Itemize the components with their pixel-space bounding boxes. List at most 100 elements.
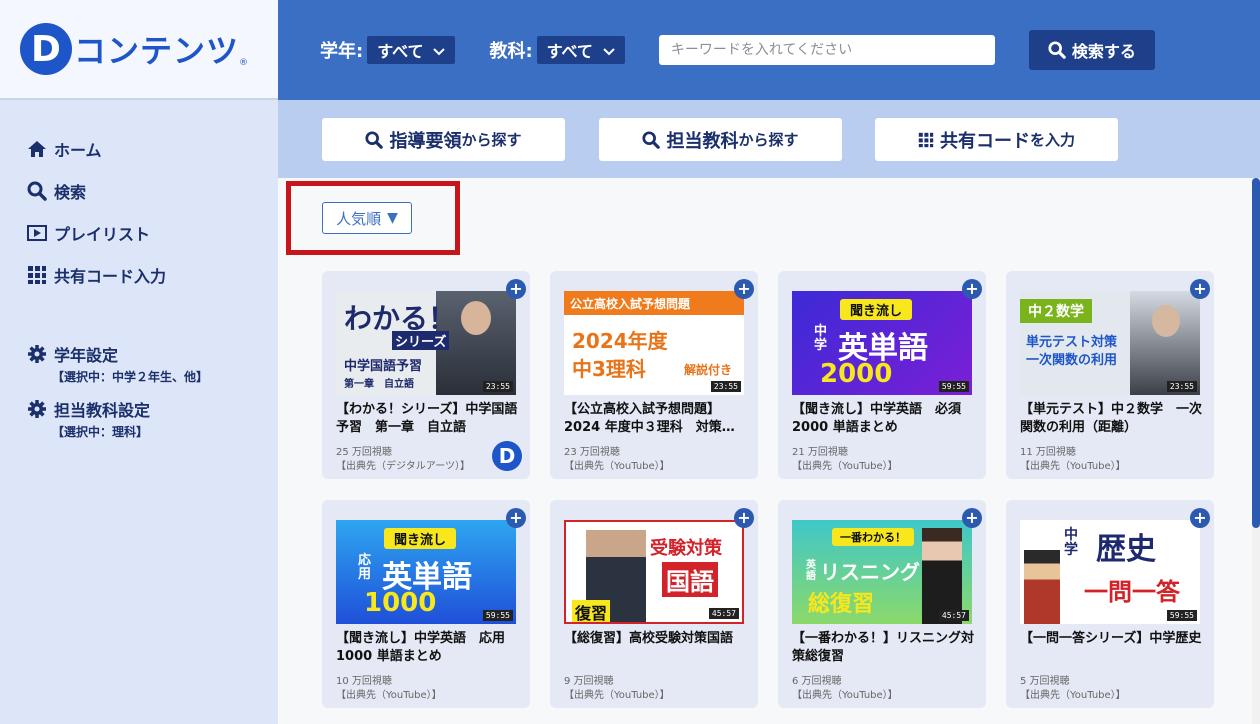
grid-icon bbox=[918, 132, 934, 147]
thumb-text: 中3理科 bbox=[572, 357, 646, 381]
view-count: 5 万回視聴 bbox=[1020, 676, 1070, 687]
sidebar-item-home[interactable]: ホーム bbox=[0, 128, 278, 170]
video-thumbnail[interactable]: 公立高校入試予想問題 2024年度 中3理科 解説付き 23:55 bbox=[564, 291, 744, 395]
video-thumbnail[interactable]: 中２数学 単元テスト対策 一次関数の利用 23:55 bbox=[1020, 291, 1200, 395]
thumb-text: 1000 bbox=[364, 588, 437, 618]
logo-registered-mark: ® bbox=[239, 58, 249, 68]
thumb-text: 総復習 bbox=[808, 592, 875, 617]
add-to-playlist-button[interactable]: + bbox=[734, 508, 754, 528]
thumb-text: 国語 bbox=[662, 562, 718, 597]
thumb-text: 応用 bbox=[358, 553, 372, 582]
video-source: 【出典先（YouTube）】 bbox=[1020, 461, 1126, 472]
grade-filter-label: 学年: bbox=[320, 41, 364, 62]
grid-icon bbox=[26, 264, 48, 286]
video-title[interactable]: 【一番わかる！】リスニング対策総復習 bbox=[792, 630, 978, 666]
subject-select[interactable]: すべて bbox=[536, 36, 625, 64]
video-thumbnail[interactable]: 中学 歴史 一問一答 59:55 bbox=[1020, 520, 1200, 624]
video-card[interactable]: 一番わかる！ 英語 リスニング 総復習 45:57 + 【一番わかる！】リスニン… bbox=[778, 500, 986, 708]
video-source: 【出典先（YouTube）】 bbox=[792, 690, 898, 701]
thumb-text: シリーズ bbox=[392, 331, 450, 350]
grade-setting[interactable]: 学年設定 【選択中：中学２年生、他】 bbox=[0, 342, 278, 385]
thumb-text: 単元テスト対策 bbox=[1026, 335, 1118, 350]
subject-setting-label: 担当教科設定 bbox=[54, 401, 151, 420]
subject-select-value: すべて bbox=[546, 42, 593, 61]
sidebar-item-label: ホーム bbox=[54, 141, 102, 160]
chevron-down-icon bbox=[433, 41, 446, 60]
video-source: 【出典先（YouTube）】 bbox=[792, 461, 898, 472]
logo[interactable]: D コンテンツ ® bbox=[0, 0, 278, 100]
thumb-text: 中２数学 bbox=[1020, 299, 1092, 323]
view-count: 11 万回視聴 bbox=[1020, 447, 1076, 458]
source-logo-badge: D bbox=[492, 441, 522, 471]
playlist-icon bbox=[26, 222, 48, 244]
thumb-text: 聞き流し bbox=[840, 299, 913, 320]
triangle-down-icon: ▼ bbox=[387, 210, 398, 226]
add-to-playlist-button[interactable]: + bbox=[962, 279, 982, 299]
video-card[interactable]: 受験対策 国語 復習 45:57 + 【総復習】高校受験対策国語 9 万回視聴 … bbox=[550, 500, 758, 708]
video-title[interactable]: 【単元テスト】中２数学 一次関数の利用（距離） bbox=[1020, 401, 1206, 437]
keyword-search-input[interactable] bbox=[658, 35, 995, 65]
video-thumbnail[interactable]: 一番わかる！ 英語 リスニング 総復習 45:57 bbox=[792, 520, 972, 624]
add-to-playlist-button[interactable]: + bbox=[962, 508, 982, 528]
video-duration: 45:57 bbox=[938, 610, 969, 621]
presenter-face bbox=[461, 301, 491, 335]
subject-setting[interactable]: 担当教科設定 【選択中：理科】 bbox=[0, 397, 278, 440]
thumb-text: 一次関数の利用 bbox=[1026, 353, 1118, 368]
thumb-text: 英語 bbox=[806, 560, 816, 582]
thumb-text: 公立高校入試予想問題 bbox=[570, 297, 691, 311]
grade-select[interactable]: すべて bbox=[367, 36, 456, 64]
video-thumbnail[interactable]: わかる！ シリーズ 中学国語予習 第一章 自立語 23:55 bbox=[336, 291, 516, 395]
sidebar-item-playlist[interactable]: プレイリスト bbox=[0, 212, 278, 254]
browse-by-curriculum-button[interactable]: 指導要領 から探す bbox=[322, 118, 565, 161]
grade-setting-current: 【選択中：中学２年生、他】 bbox=[52, 370, 209, 384]
logo-text: コンテンツ bbox=[74, 32, 240, 70]
video-title[interactable]: 【一問一答シリーズ】中学歴史 bbox=[1020, 630, 1206, 648]
scrollbar-thumb[interactable] bbox=[1252, 178, 1260, 528]
video-title[interactable]: 【聞き流し】中学英語 応用 1000 単語まとめ bbox=[336, 630, 522, 666]
view-count: 25 万回視聴 bbox=[336, 447, 392, 458]
video-title[interactable]: 【聞き流し】中学英語 必須 2000 単語まとめ bbox=[792, 401, 978, 437]
video-card[interactable]: 聞き流し 中学 英単語 2000 59:55 + 【聞き流し】中学英語 必須 2… bbox=[778, 271, 986, 479]
add-to-playlist-button[interactable]: + bbox=[506, 508, 526, 528]
enter-share-code-button[interactable]: 共有コード を入力 bbox=[875, 118, 1118, 161]
add-to-playlist-button[interactable]: + bbox=[506, 279, 526, 299]
video-thumbnail[interactable]: 聞き流し 中学 英単語 2000 59:55 bbox=[792, 291, 972, 395]
video-card[interactable]: 中学 歴史 一問一答 59:55 + 【一問一答シリーズ】中学歴史 5 万回視聴… bbox=[1006, 500, 1214, 708]
sort-label: 人気順 bbox=[336, 209, 382, 228]
video-card[interactable]: 公立高校入試予想問題 2024年度 中3理科 解説付き 23:55 + 【公立高… bbox=[550, 271, 758, 479]
video-thumbnail[interactable]: 聞き流し 応用 英単語 1000 59:55 bbox=[336, 520, 516, 624]
video-title[interactable]: 【総復習】高校受験対策国語 bbox=[564, 630, 750, 648]
button-label-main: 指導要領 bbox=[389, 130, 462, 152]
browse-by-subject-button[interactable]: 担当教科 から探す bbox=[599, 118, 842, 161]
thumb-text: 復習 bbox=[572, 600, 611, 622]
video-source: 【出典先（YouTube）】 bbox=[564, 461, 670, 472]
search-button-label: 検索する bbox=[1071, 42, 1136, 61]
historical-figure-image bbox=[1024, 550, 1060, 624]
thumb-text: 歴史 bbox=[1096, 532, 1156, 567]
chevron-down-icon bbox=[603, 41, 615, 60]
sidebar-item-search[interactable]: 検索 bbox=[0, 170, 278, 212]
thumb-text: 中学 bbox=[814, 324, 828, 353]
add-to-playlist-button[interactable]: + bbox=[1190, 279, 1210, 299]
sidebar-item-label: 検索 bbox=[54, 183, 87, 202]
video-card[interactable]: 聞き流し 応用 英単語 1000 59:55 + 【聞き流し】中学英語 応用 1… bbox=[322, 500, 530, 708]
video-card[interactable]: わかる！ シリーズ 中学国語予習 第一章 自立語 23:55 + 【わかる！シリ… bbox=[322, 271, 530, 479]
search-button[interactable]: 検索する bbox=[1028, 30, 1155, 70]
add-to-playlist-button[interactable]: + bbox=[1190, 508, 1210, 528]
thumb-text: 中学 bbox=[1064, 527, 1078, 558]
video-title[interactable]: 【わかる！シリーズ】中学国語予習 第一章 自立語 bbox=[336, 401, 522, 437]
search-icon bbox=[26, 180, 48, 202]
sort-dropdown[interactable]: 人気順 ▼ bbox=[322, 202, 412, 234]
video-source: 【出典先（YouTube）】 bbox=[1020, 690, 1126, 701]
view-count: 6 万回視聴 bbox=[792, 676, 842, 687]
thumb-text: 解説付き bbox=[684, 363, 733, 377]
home-icon bbox=[26, 138, 48, 160]
video-thumbnail[interactable]: 受験対策 国語 復習 45:57 bbox=[564, 520, 744, 624]
thumb-text: 第一章 自立語 bbox=[344, 379, 414, 390]
sidebar-item-share-code[interactable]: 共有コード入力 bbox=[0, 254, 278, 296]
video-title[interactable]: 【公立高校入試予想問題】2024 年度中３理科 対策… bbox=[564, 401, 750, 437]
thumb-text: 受験対策 bbox=[650, 538, 722, 559]
logo-mark: D bbox=[20, 23, 72, 75]
add-to-playlist-button[interactable]: + bbox=[734, 279, 754, 299]
video-card[interactable]: 中２数学 単元テスト対策 一次関数の利用 23:55 + 【単元テスト】中２数学… bbox=[1006, 271, 1214, 479]
